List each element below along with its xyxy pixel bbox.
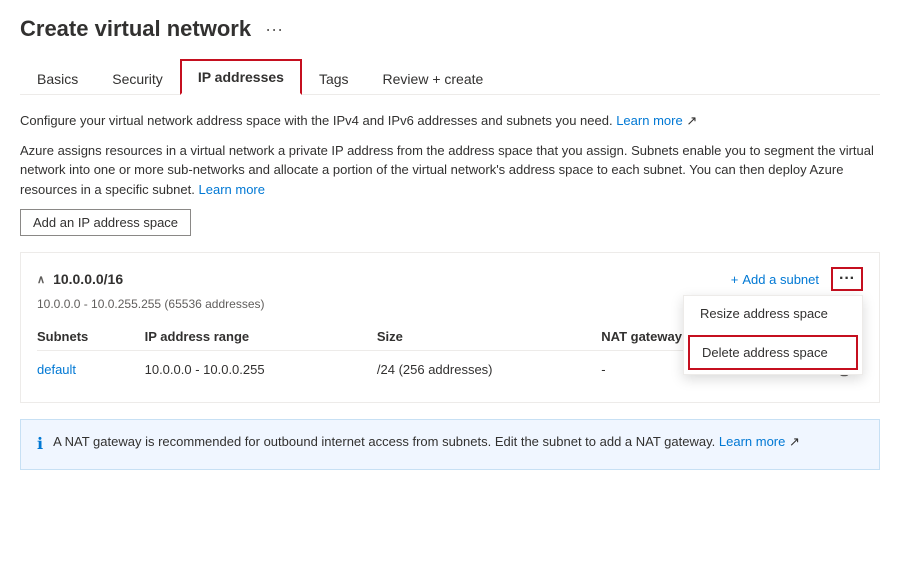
description2: Azure assigns resources in a virtual net… bbox=[20, 141, 880, 200]
delete-address-space-item[interactable]: Delete address space bbox=[688, 335, 858, 370]
address-space-block: ∧ 10.0.0.0/16 + Add a subnet ··· Resize … bbox=[20, 252, 880, 403]
tab-tags[interactable]: Tags bbox=[302, 62, 366, 95]
info-learn-more-link[interactable]: Learn more bbox=[719, 434, 785, 449]
dropdown-menu: Resize address space Delete address spac… bbox=[683, 295, 863, 375]
address-space-actions: + Add a subnet ··· Resize address space … bbox=[731, 267, 863, 291]
tab-basics[interactable]: Basics bbox=[20, 62, 95, 95]
page-title: Create virtual network bbox=[20, 16, 251, 42]
add-subnet-button[interactable]: + Add a subnet bbox=[731, 272, 819, 287]
subnet-name-link[interactable]: default bbox=[37, 362, 76, 377]
info-icon: ℹ bbox=[37, 433, 43, 457]
tab-ip-addresses[interactable]: IP addresses bbox=[180, 59, 302, 95]
col-ip-range: IP address range bbox=[145, 323, 377, 351]
resize-address-space-item[interactable]: Resize address space bbox=[684, 296, 862, 331]
add-ip-address-space-button[interactable]: Add an IP address space bbox=[20, 209, 191, 236]
tab-security[interactable]: Security bbox=[95, 62, 180, 95]
title-menu-button[interactable]: ··· bbox=[261, 20, 287, 38]
subnet-ip-range: 10.0.0.0 - 10.0.0.255 bbox=[145, 351, 377, 389]
address-space-header: ∧ 10.0.0.0/16 + Add a subnet ··· Resize … bbox=[37, 267, 863, 291]
plus-icon: + bbox=[731, 272, 739, 287]
col-size: Size bbox=[377, 323, 601, 351]
learn-more-link-2[interactable]: Learn more bbox=[199, 182, 265, 197]
info-text: A NAT gateway is recommended for outboun… bbox=[53, 432, 800, 452]
more-options-button[interactable]: ··· bbox=[831, 267, 863, 291]
learn-more-link-1[interactable]: Learn more bbox=[616, 113, 682, 128]
tab-bar: Basics Security IP addresses Tags Review… bbox=[20, 58, 880, 95]
address-space-title: ∧ 10.0.0.0/16 bbox=[37, 271, 123, 287]
add-subnet-label: Add a subnet bbox=[742, 272, 819, 287]
subnet-size: /24 (256 addresses) bbox=[377, 351, 601, 389]
chevron-up-icon: ∧ bbox=[37, 273, 45, 286]
col-subnets: Subnets bbox=[37, 323, 145, 351]
tab-review-create[interactable]: Review + create bbox=[366, 62, 501, 95]
description1: Configure your virtual network address s… bbox=[20, 111, 880, 131]
address-space-cidr: 10.0.0.0/16 bbox=[53, 271, 123, 287]
info-box: ℹ A NAT gateway is recommended for outbo… bbox=[20, 419, 880, 470]
external-link-icon: ↗ bbox=[789, 434, 800, 449]
